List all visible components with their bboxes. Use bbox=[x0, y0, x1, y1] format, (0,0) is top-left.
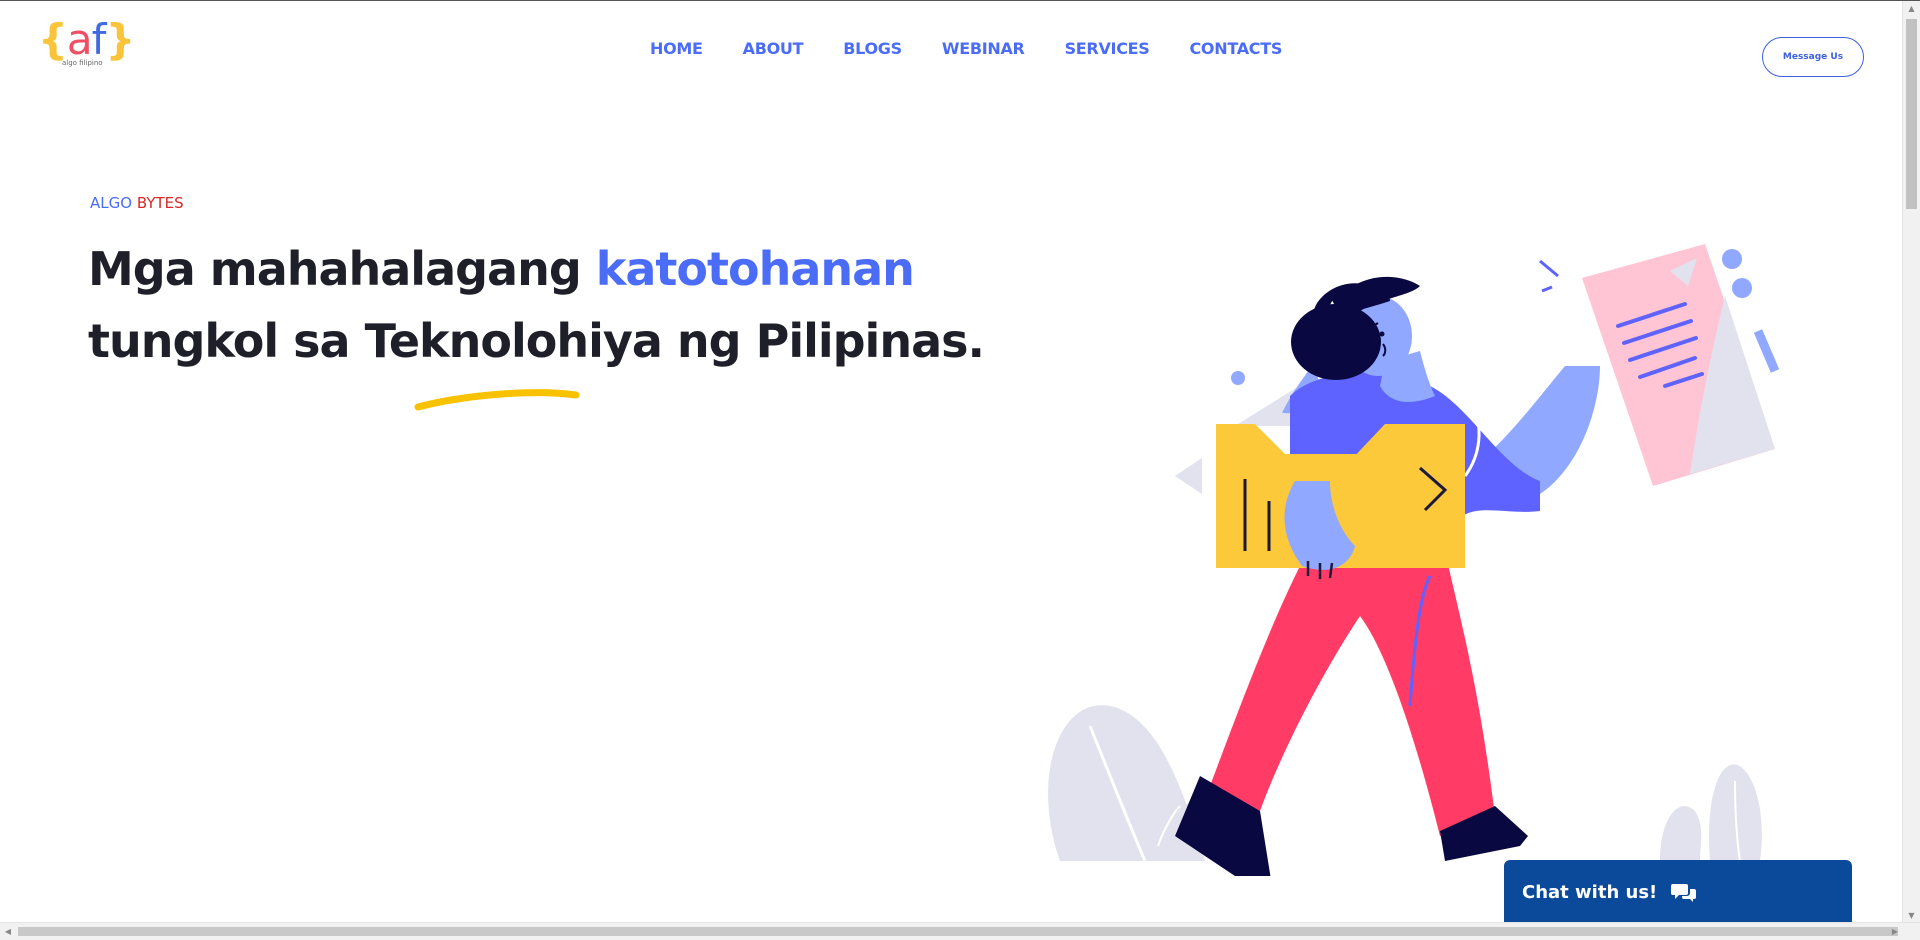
logo-mark: {af} bbox=[38, 17, 148, 63]
logo-close-brace: } bbox=[105, 15, 135, 64]
eyebrow-algo: ALGO bbox=[90, 194, 133, 212]
nav-services[interactable]: SERVICES bbox=[1065, 39, 1150, 58]
message-us-button[interactable]: Message Us bbox=[1762, 37, 1864, 77]
headline-text-1: Mga mahahalagang bbox=[88, 242, 596, 296]
site-logo[interactable]: {af} algo filipino bbox=[38, 17, 148, 77]
logo-letter-f: f bbox=[91, 15, 107, 64]
page: {af} algo filipino HOME ABOUT BLOGS WEBI… bbox=[0, 0, 1920, 940]
eyebrow-bytes: BYTES bbox=[136, 194, 184, 212]
triangle-decoration bbox=[1175, 458, 1202, 494]
dot-decoration bbox=[1231, 371, 1245, 385]
scroll-right-arrow-icon[interactable]: ▶ bbox=[1887, 923, 1903, 940]
chat-bubbles-icon bbox=[1671, 884, 1697, 902]
headline-text-2: tungkol sa Teknolohiya ng Pilipinas. bbox=[88, 314, 985, 368]
main-nav: HOME ABOUT BLOGS WEBINAR SERVICES CONTAC… bbox=[650, 39, 1282, 58]
horizontal-scroll-thumb[interactable] bbox=[18, 927, 1898, 936]
logo-open-brace: { bbox=[38, 15, 68, 64]
person-legs bbox=[1175, 531, 1528, 876]
vertical-scrollbar[interactable]: ▲ ▼ bbox=[1902, 1, 1920, 924]
scroll-left-arrow-icon[interactable]: ◀ bbox=[0, 923, 16, 940]
scroll-up-arrow-icon[interactable]: ▲ bbox=[1903, 1, 1920, 17]
headline-highlight: katotohanan bbox=[595, 242, 915, 296]
nav-home[interactable]: HOME bbox=[650, 39, 703, 58]
chat-label: Chat with us! bbox=[1522, 881, 1658, 903]
nav-contacts[interactable]: CONTACTS bbox=[1189, 39, 1282, 58]
plant-right-icon bbox=[1660, 764, 1762, 862]
nav-webinar[interactable]: WEBINAR bbox=[942, 39, 1025, 58]
logo-letter-a: a bbox=[66, 15, 93, 64]
vertical-scroll-thumb[interactable] bbox=[1906, 19, 1917, 209]
chat-widget-button[interactable]: Chat with us! bbox=[1504, 860, 1852, 924]
horizontal-scrollbar[interactable]: ◀ ▶ bbox=[0, 922, 1920, 940]
nav-blogs[interactable]: BLOGS bbox=[843, 39, 902, 58]
headline-underline-stroke bbox=[414, 389, 580, 411]
hero-eyebrow: ALGO BYTES bbox=[90, 194, 184, 212]
hero-illustration bbox=[1048, 244, 1780, 876]
hero-headline: Mga mahahalagang katotohanan tungkol sa … bbox=[88, 233, 988, 377]
nav-about[interactable]: ABOUT bbox=[743, 39, 804, 58]
